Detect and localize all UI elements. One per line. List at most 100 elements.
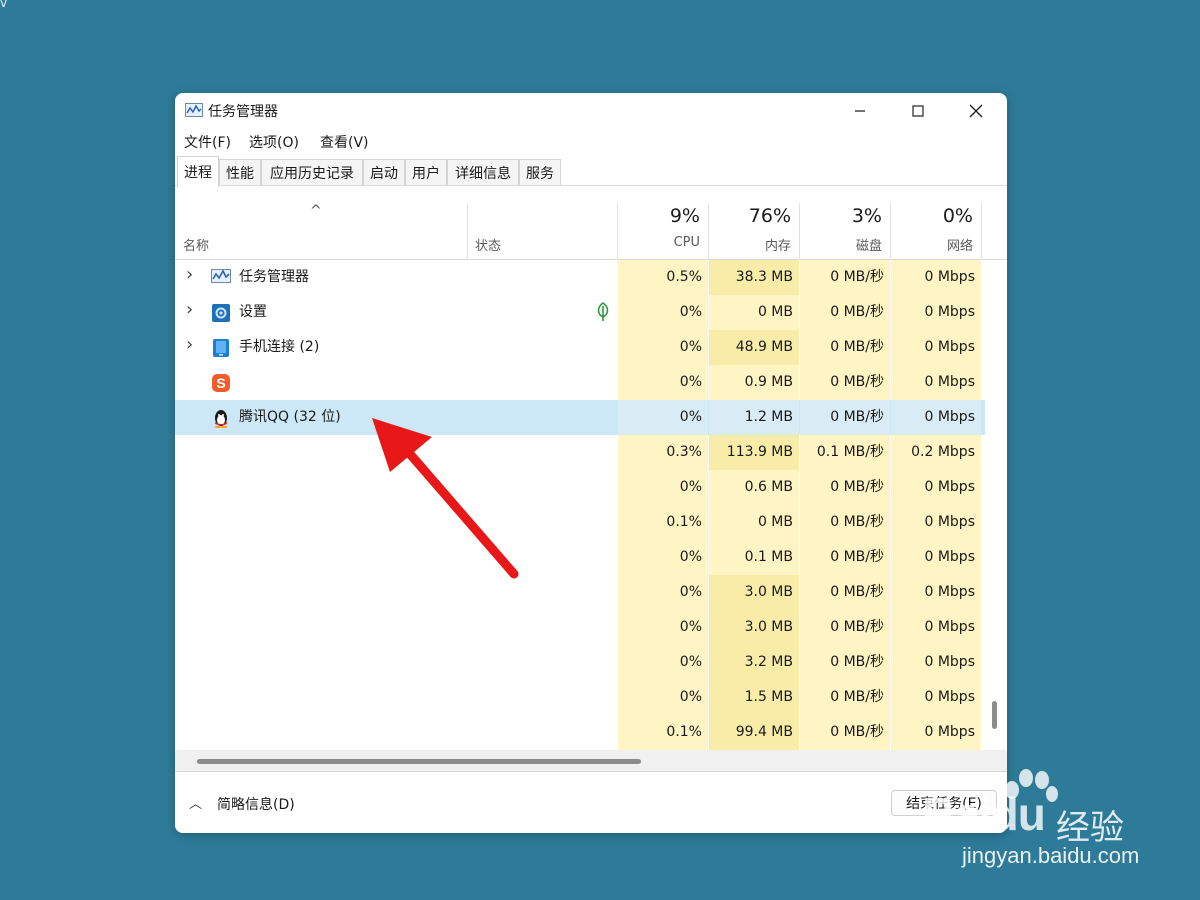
cell-cpu: 0% [679, 339, 702, 355]
cell-net: 0 Mbps [924, 724, 975, 740]
column-status[interactable]: 状态 [475, 235, 501, 254]
column-disk[interactable]: 磁盘 [800, 235, 882, 254]
process-row[interactable]: 腾讯QQ (32 位) 0% 1.2 MB 0 MB/秒 0 Mbps [175, 400, 985, 435]
cell-cpu: 0.1% [666, 724, 702, 740]
process-row[interactable]: 0% 1.5 MB 0 MB/秒 0 Mbps [175, 680, 985, 715]
footer: ︿ 简略信息(D) 结束任务(E) [175, 773, 1007, 833]
tab-startup[interactable]: 启动 [363, 159, 405, 185]
cell-mem: 3.0 MB [744, 619, 793, 635]
vertical-scrollbar[interactable] [992, 701, 997, 729]
task-manager-window: 任务管理器 文件(F) 选项(O) 查看(V) 进程 性能 应用历史记录 启动 … [175, 93, 1007, 833]
cell-cpu: 0% [679, 619, 702, 635]
watermark-name: 经验 [1056, 808, 1124, 848]
title-bar[interactable]: 任务管理器 [175, 93, 1007, 129]
tab-performance[interactable]: 性能 [219, 159, 261, 185]
chevron-up-icon[interactable]: ︿ [189, 793, 202, 812]
cell-net: 0 Mbps [924, 549, 975, 565]
cell-disk: 0 MB/秒 [830, 514, 884, 530]
process-list: › 任务管理器 0.5% 38.3 MB 0 MB/秒 0 Mbps › 设置 0% 0 MB 0 … [175, 260, 1007, 750]
cell-net: 0.2 Mbps [911, 444, 975, 460]
cell-disk: 0.1 MB/秒 [816, 444, 884, 460]
maximize-button[interactable] [889, 93, 947, 129]
tab-app-history[interactable]: 应用历史记录 [261, 159, 363, 185]
cell-mem: 3.0 MB [744, 584, 793, 600]
memory-percent[interactable]: 76% [709, 205, 791, 227]
cell-net: 0 Mbps [924, 619, 975, 635]
network-percent[interactable]: 0% [891, 205, 973, 227]
cell-disk: 0 MB/秒 [830, 549, 884, 565]
cell-net: 0 Mbps [924, 479, 975, 495]
close-icon [969, 104, 983, 118]
process-row[interactable]: 0% 0.1 MB 0 MB/秒 0 Mbps [175, 540, 985, 575]
process-row[interactable]: › 任务管理器 0.5% 38.3 MB 0 MB/秒 0 Mbps [175, 260, 985, 295]
process-row[interactable]: › 设置 0% 0 MB 0 MB/秒 0 Mbps [175, 295, 985, 330]
cell-net: 0 Mbps [924, 269, 975, 285]
cell-cpu: 0% [679, 584, 702, 600]
cell-cpu: 0% [679, 374, 702, 390]
cell-cpu: 0.1% [666, 514, 702, 530]
cell-disk: 0 MB/秒 [830, 339, 884, 355]
cell-mem: 38.3 MB [735, 269, 793, 285]
process-row[interactable]: › 手机连接 (2) 0% 48.9 MB 0 MB/秒 0 Mbps [175, 330, 985, 365]
process-row[interactable]: 0% 0.6 MB 0 MB/秒 0 Mbps [175, 470, 985, 505]
menu-bar: 文件(F) 选项(O) 查看(V) [175, 129, 1007, 155]
column-memory[interactable]: 内存 [709, 235, 791, 254]
cell-net: 0 Mbps [924, 374, 975, 390]
cell-net: 0 Mbps [924, 409, 975, 425]
menu-view[interactable]: 查看(V) [320, 132, 369, 152]
cell-disk: 0 MB/秒 [830, 724, 884, 740]
cell-disk: 0 MB/秒 [830, 269, 884, 285]
process-row[interactable]: S 0% 0.9 MB 0 MB/秒 0 Mbps [175, 365, 985, 400]
cell-net: 0 Mbps [924, 304, 975, 320]
cell-net: 0 Mbps [924, 654, 975, 670]
column-name[interactable]: 名称 [183, 235, 209, 254]
column-header: ^ 名称 状态 9% CPU 76% 内存 3% 磁盘 0% 网络 [175, 203, 1007, 260]
watermark-brand: Baidu [922, 788, 1046, 840]
process-row[interactable]: 0% 3.2 MB 0 MB/秒 0 Mbps [175, 645, 985, 680]
minimize-icon [855, 110, 865, 112]
sogou-s-icon: S [211, 373, 231, 393]
tab-processes[interactable]: 进程 [177, 156, 219, 187]
disk-percent[interactable]: 3% [800, 205, 882, 227]
cell-cpu: 0.3% [666, 444, 702, 460]
minimize-button[interactable] [831, 93, 889, 129]
cell-disk: 0 MB/秒 [830, 584, 884, 600]
cell-disk: 0 MB/秒 [830, 479, 884, 495]
cell-disk: 0 MB/秒 [830, 619, 884, 635]
cell-cpu: 0% [679, 409, 702, 425]
cell-net: 0 Mbps [924, 339, 975, 355]
expand-chevron-icon[interactable]: › [186, 264, 193, 285]
cell-mem: 0.9 MB [744, 374, 793, 390]
horizontal-scrollbar-track[interactable] [175, 750, 1007, 772]
sort-up-icon: ^ [310, 203, 322, 219]
process-row[interactable]: 0.1% 0 MB 0 MB/秒 0 Mbps [175, 505, 985, 540]
tab-details[interactable]: 详细信息 [447, 159, 519, 185]
cpu-percent[interactable]: 9% [618, 205, 700, 227]
cell-cpu: 0% [679, 689, 702, 705]
process-name: 手机连接 (2) [239, 339, 320, 355]
fewer-details-link[interactable]: 简略信息(D) [217, 794, 295, 814]
close-button[interactable] [947, 93, 1005, 129]
process-row[interactable]: 0.1% 99.4 MB 0 MB/秒 0 Mbps [175, 715, 985, 750]
column-cpu[interactable]: CPU [618, 235, 700, 250]
horizontal-scrollbar-thumb[interactable] [197, 759, 641, 764]
menu-options[interactable]: 选项(O) [249, 132, 299, 152]
column-network[interactable]: 网络 [891, 235, 973, 254]
expand-chevron-icon[interactable]: › [186, 334, 193, 355]
tab-services[interactable]: 服务 [519, 159, 561, 185]
process-row[interactable]: 0% 3.0 MB 0 MB/秒 0 Mbps [175, 575, 985, 610]
process-row[interactable]: 0% 3.0 MB 0 MB/秒 0 Mbps [175, 610, 985, 645]
expand-chevron-icon[interactable]: › [186, 299, 193, 320]
tab-bar: 进程 性能 应用历史记录 启动 用户 详细信息 服务 [175, 156, 1007, 187]
cell-cpu: 0% [679, 549, 702, 565]
cell-mem: 0.6 MB [744, 479, 793, 495]
cell-mem: 113.9 MB [726, 444, 793, 460]
cell-net: 0 Mbps [924, 584, 975, 600]
cell-disk: 0 MB/秒 [830, 689, 884, 705]
cell-mem: 0 MB [757, 304, 793, 320]
process-row[interactable]: 0.3% 113.9 MB 0.1 MB/秒 0.2 Mbps [175, 435, 985, 470]
menu-file[interactable]: 文件(F) [184, 132, 231, 152]
cell-disk: 0 MB/秒 [830, 304, 884, 320]
tab-users[interactable]: 用户 [405, 159, 447, 185]
corner-glyph: v [0, 0, 8, 10]
